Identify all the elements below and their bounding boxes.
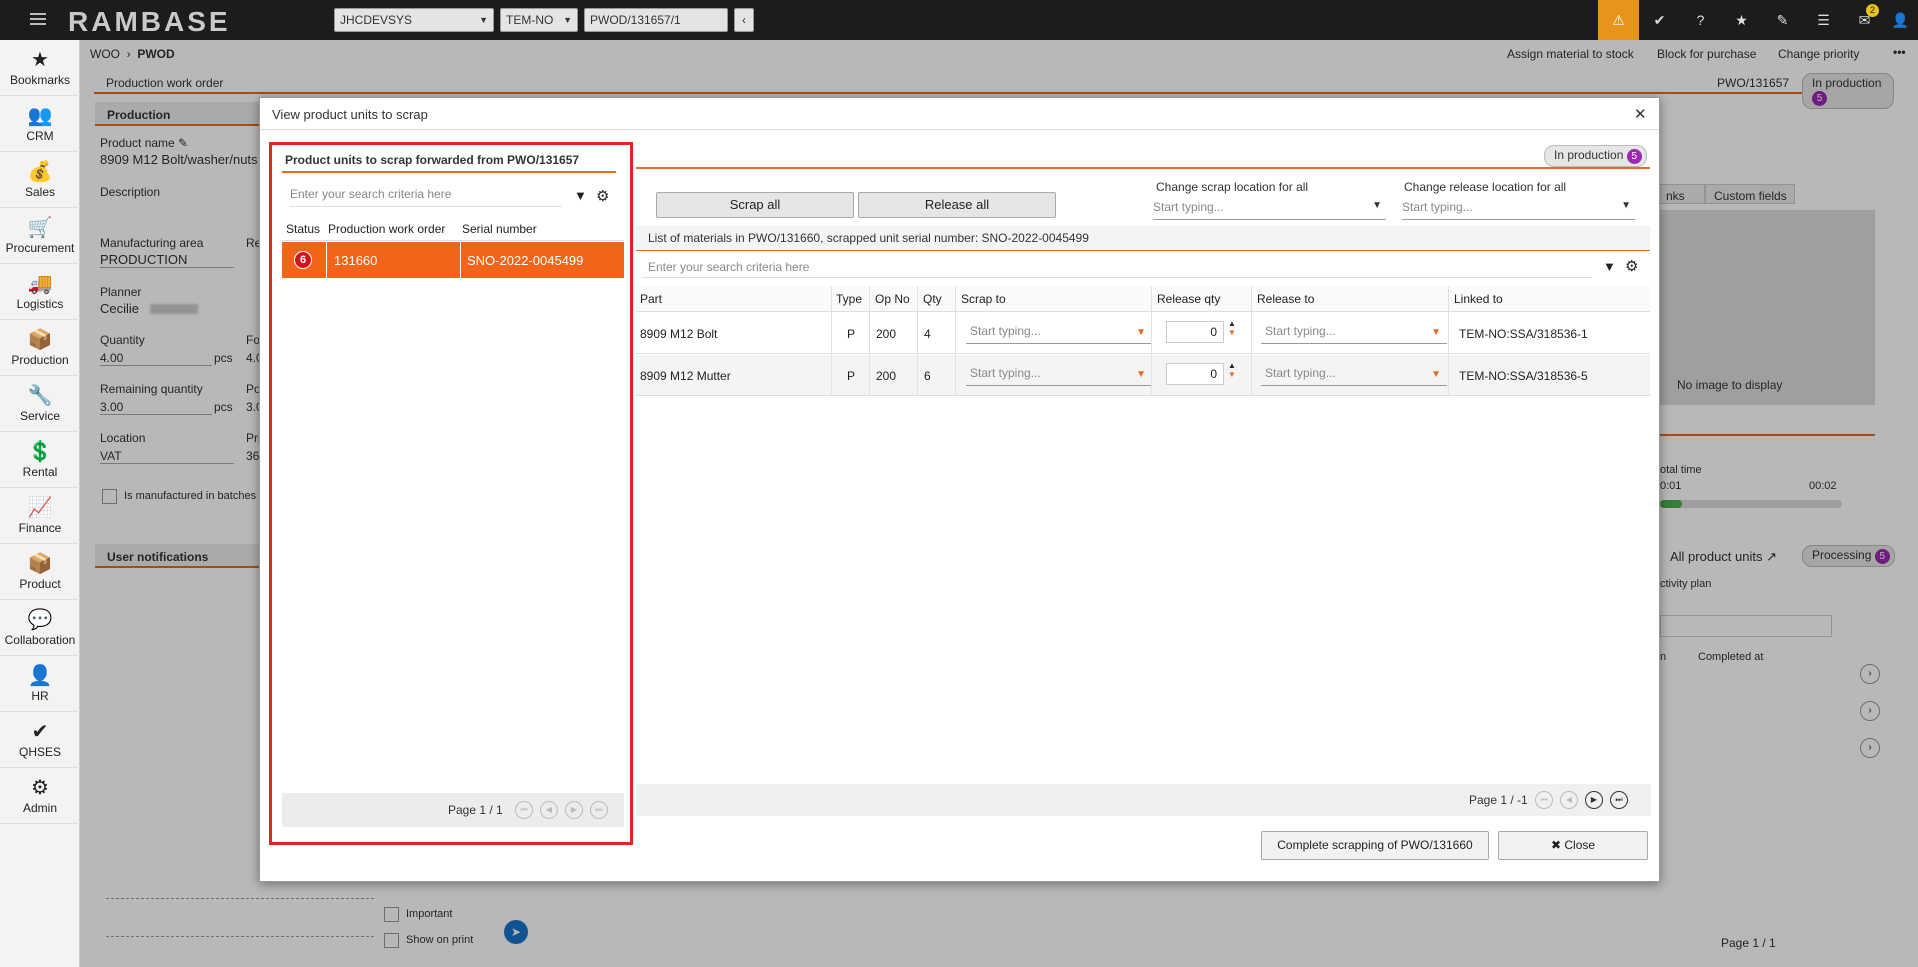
sidebar-item-finance[interactable]: 📈 Finance (0, 488, 80, 544)
sidebar-item-product[interactable]: 📦 Product (0, 544, 80, 600)
user-icon[interactable]: 👤 (1880, 0, 1918, 40)
scrap-dialog: View product units to scrap ✕ Product un… (259, 97, 1660, 882)
sidebar-item-hr[interactable]: 👤 HR (0, 656, 80, 712)
region-select[interactable]: TEM-NO ▼ (500, 8, 578, 32)
complete-scrapping-button[interactable]: Complete scrapping of PWO/131660 (1261, 831, 1489, 860)
bookmark-icon: ★ (31, 48, 49, 71)
scrap-all-button[interactable]: Scrap all (656, 192, 854, 218)
gear-icon: ⚙ (31, 776, 49, 799)
filter-icon[interactable]: ▼ (574, 188, 587, 203)
left-panel: Product units to scrap forwarded from PW… (269, 142, 633, 845)
release-to-input[interactable]: Start typing... ▼ (1261, 324, 1447, 344)
sales-icon: 💰 (27, 160, 53, 183)
release-all-button[interactable]: Release all (858, 192, 1056, 218)
notification-count: 2 (1866, 4, 1879, 17)
scrap-location-all-input[interactable]: Start typing... ▼ (1153, 200, 1386, 220)
help-icon[interactable]: ? (1680, 0, 1721, 40)
sidebar-item-crm[interactable]: 👥 CRM (0, 96, 80, 152)
filter-icon[interactable]: ▼ (1603, 259, 1616, 274)
materials-search-input[interactable]: Enter your search criteria here (642, 256, 1592, 278)
first-page-icon[interactable]: ⏮ (515, 801, 533, 819)
close-button[interactable]: ✖ Close (1498, 831, 1648, 860)
status-badge: 6 (294, 251, 312, 269)
person-icon: 👤 (27, 664, 53, 687)
sidebar-item-sales[interactable]: 💰 Sales (0, 152, 80, 208)
table-row[interactable]: 8909 M12 Mutter P 200 6 Start typing... ▼… (636, 355, 1650, 396)
materials-list-title: List of materials in PWO/131660, scrappe… (648, 231, 1089, 245)
materials-table-header: Part Type Op No Qty Scrap to Release qty… (636, 286, 1650, 312)
last-page-icon[interactable]: ⏭ (1610, 791, 1628, 809)
status-pill: In production 5 (1544, 145, 1647, 167)
star-icon[interactable]: ★ (1721, 0, 1762, 40)
close-icon: ✖ (1550, 838, 1562, 852)
sidebar-item-logistics[interactable]: 🚚 Logistics (0, 264, 80, 320)
sidebar-item-service[interactable]: 🔧 Service (0, 376, 80, 432)
qty-stepper[interactable]: ▲ ▼ (1228, 319, 1236, 337)
dialog-header: View product units to scrap ✕ (260, 98, 1659, 130)
menu-icon[interactable] (30, 10, 46, 26)
sidebar-item-rental[interactable]: 💲 Rental (0, 432, 80, 488)
release-qty-input[interactable]: 0 (1166, 321, 1224, 343)
wrench-icon: 🔧 (27, 384, 53, 407)
left-search-input[interactable]: Enter your search criteria here (290, 187, 562, 207)
list-icon[interactable]: ☰ (1803, 0, 1844, 40)
settings-icon[interactable]: ⚙ (596, 187, 609, 205)
paperclip-icon[interactable]: ✎ (1762, 0, 1803, 40)
close-icon[interactable]: ✕ (1634, 105, 1647, 123)
right-pager: Page 1 / -1 ⏮ ◀ ▶ ⏭ (636, 784, 1651, 816)
scrap-to-input[interactable]: Start typing... ▼ (966, 324, 1152, 344)
table-row[interactable]: 6 131660 SNO-2022-0045499 (282, 242, 624, 278)
next-page-icon[interactable]: ▶ (1585, 790, 1603, 809)
boxes-icon: 📦 (27, 328, 53, 351)
warning-icon[interactable]: ⚠ (1598, 0, 1639, 40)
dialog-title: View product units to scrap (272, 107, 428, 122)
cart-icon: 🛒 (27, 216, 53, 239)
release-location-all-input[interactable]: Start typing... ▼ (1402, 200, 1635, 220)
sidebar-item-bookmarks[interactable]: ★ Bookmarks (0, 40, 80, 96)
sidebar-item-production[interactable]: 📦 Production (0, 320, 80, 376)
left-table-header: Status Production work order Serial numb… (282, 217, 624, 241)
shield-check-icon: ✔ (31, 720, 49, 743)
prev-page-icon[interactable]: ◀ (1560, 790, 1578, 809)
left-pager: Page 1 / 1 ⏮ ◀ ▶ ⏭ (282, 793, 624, 827)
rental-icon: 💲 (27, 440, 53, 463)
main-sidebar: ★ Bookmarks 👥 CRM 💰 Sales 🛒 Procurement 🚚 Log… (0, 40, 80, 967)
release-to-input[interactable]: Start typing... ▼ (1261, 366, 1447, 386)
first-page-icon[interactable]: ⏮ (1535, 791, 1553, 809)
crm-icon: 👥 (27, 104, 53, 127)
cube-icon: 📦 (27, 552, 53, 575)
sidebar-item-admin[interactable]: ⚙ Admin (0, 768, 80, 824)
next-page-icon[interactable]: ▶ (565, 800, 583, 819)
sidebar-item-qhses[interactable]: ✔ QHSES (0, 712, 80, 768)
company-select[interactable]: JHCDEVSYS ▼ (334, 8, 494, 32)
release-qty-input[interactable]: 0 (1166, 363, 1224, 385)
chart-icon: 📈 (27, 496, 53, 519)
chat-icon: 💬 (27, 608, 53, 631)
back-icon[interactable]: ‹ (734, 8, 754, 32)
check-badge-icon[interactable]: ✔ (1639, 0, 1680, 40)
qty-stepper[interactable]: ▲ ▼ (1228, 361, 1236, 379)
sidebar-item-procurement[interactable]: 🛒 Procurement (0, 208, 80, 264)
last-page-icon[interactable]: ⏭ (590, 801, 608, 819)
rambase-logo: RAMBASE (68, 6, 231, 37)
prev-page-icon[interactable]: ◀ (540, 800, 558, 819)
sidebar-item-collaboration[interactable]: 💬 Collaboration (0, 600, 80, 656)
mail-icon[interactable]: ✉ 2 (1844, 0, 1885, 40)
scrap-to-input[interactable]: Start typing... ▼ (966, 366, 1152, 386)
top-bar: RAMBASE JHCDEVSYS ▼ TEM-NO ▼ PWOD/131657/1… (0, 0, 1918, 40)
table-row[interactable]: 8909 M12 Bolt P 200 4 Start typing... ▼ 0… (636, 313, 1650, 354)
left-panel-title: Product units to scrap forwarded from PW… (285, 153, 580, 167)
settings-icon[interactable]: ⚙ (1625, 257, 1638, 275)
right-panel: In production 5 Scrap all Release all Ch… (636, 142, 1651, 712)
truck-icon: 🚚 (27, 272, 53, 295)
document-input[interactable]: PWOD/131657/1 (584, 8, 728, 32)
